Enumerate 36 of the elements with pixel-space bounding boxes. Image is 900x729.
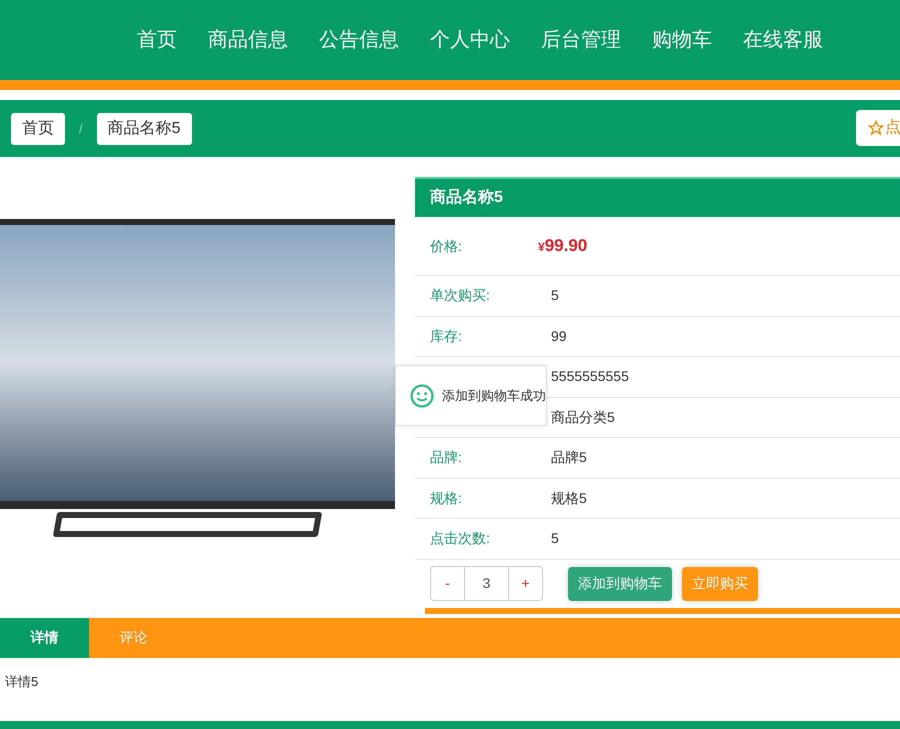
add-to-cart-button[interactable]: 添加到购物车	[568, 566, 672, 600]
nav-link[interactable]: 购物车	[652, 25, 712, 55]
field-value: 商品分类5	[551, 408, 615, 427]
field-value: 规格5	[551, 488, 587, 508]
nav-link[interactable]: 商品信息	[208, 25, 288, 55]
field-value: 5	[551, 529, 559, 548]
nav-link[interactable]: 个人中心	[430, 25, 510, 55]
breadcrumb-separator: /	[79, 120, 83, 138]
tab[interactable]: 评论	[89, 618, 178, 658]
nav-link[interactable]: 首页	[137, 25, 177, 55]
field-label: 品牌:	[430, 448, 463, 468]
favorite-button[interactable]: 点	[856, 110, 900, 146]
product-title: 商品名称5	[430, 187, 503, 208]
field-label: 点击次数:	[430, 529, 491, 548]
quantity-field[interactable]: 3	[464, 567, 509, 600]
field-value: 99	[551, 326, 567, 346]
nav-link[interactable]: 在线客服	[743, 25, 823, 55]
field-value: 5	[551, 286, 559, 306]
field-value: 品牌5	[551, 448, 587, 468]
price-label: 价格:	[430, 236, 463, 256]
breadcrumb-link[interactable]: 商品名称5	[96, 112, 192, 144]
field-label: 库存:	[430, 326, 463, 346]
increase-button[interactable]: +	[509, 567, 542, 600]
tab[interactable]: 详情	[0, 618, 89, 658]
detail-text: 详情5	[5, 674, 38, 688]
field-value: 5555555555	[551, 367, 629, 386]
decrease-button[interactable]: -	[431, 567, 464, 600]
toast-message: 添加到购物车成功	[442, 386, 546, 405]
nav-link[interactable]: 公告信息	[319, 25, 399, 55]
star-icon	[868, 120, 884, 136]
field-label: 单次购买:	[430, 286, 491, 306]
nav-link[interactable]: 后台管理	[541, 25, 621, 55]
price: ¥99.90	[538, 235, 588, 258]
breadcrumb-link[interactable]: 首页	[11, 112, 65, 144]
buy-now-button[interactable]: 立即购买	[682, 566, 758, 600]
field-label: 规格:	[430, 488, 463, 508]
